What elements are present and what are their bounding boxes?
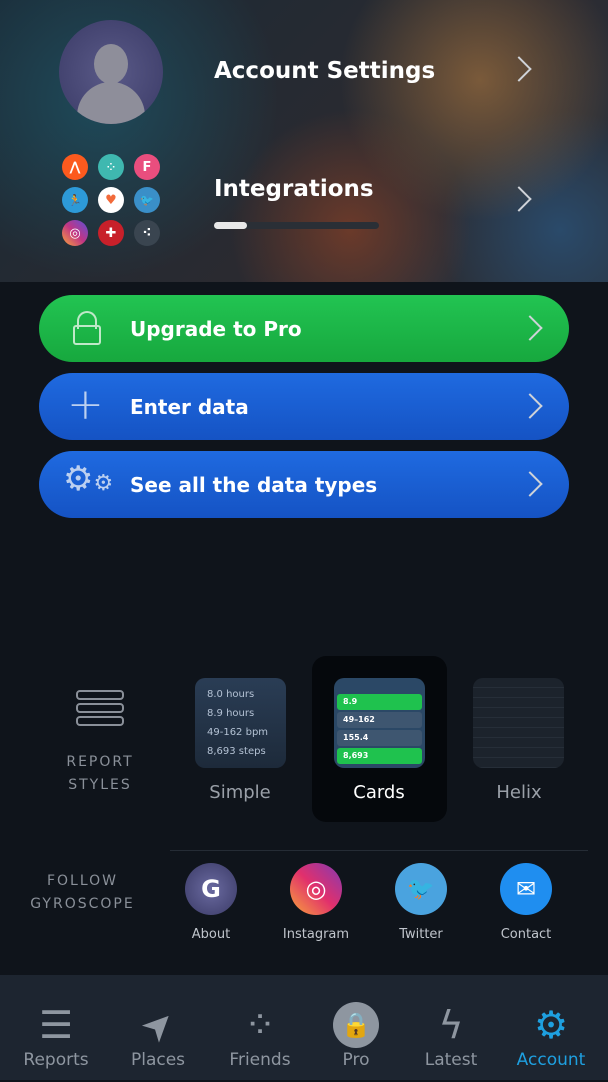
chevron-right-icon	[517, 393, 543, 419]
mail-icon: ✉	[500, 863, 552, 915]
plus-icon: +	[67, 379, 104, 430]
integrations-progress	[214, 222, 379, 229]
moves-icon: ⁖	[134, 220, 160, 246]
simple-preview-line: 49-162 bpm	[207, 727, 269, 738]
tab-latest[interactable]: ϟ Latest	[401, 975, 501, 1080]
simple-preview: 8.0 hours 8.9 hours 49-162 bpm 8,693 ste…	[195, 678, 286, 768]
instagram-link[interactable]: ◎ Instagram	[271, 863, 361, 942]
gears-icon: ⚙	[533, 1003, 569, 1047]
twitter-link[interactable]: 🐦 Twitter	[376, 863, 466, 942]
reports-icon: ☰	[38, 1003, 74, 1047]
profile-header: Account Settings ⋀ ⁘ F 🏃 ♥ 🐦 ◎ ✚ ⁖ Integ…	[0, 0, 608, 282]
runkeeper-icon: 🏃	[62, 187, 88, 213]
simple-preview-line: 8.9 hours	[207, 708, 255, 719]
divider	[170, 850, 588, 851]
twitter-icon: 🐦	[134, 187, 160, 213]
account-settings-link[interactable]: Account Settings	[214, 58, 435, 84]
lock-icon: 🔒	[306, 995, 406, 1055]
foursquare-icon: F	[134, 154, 160, 180]
lightning-icon: ϟ	[438, 1003, 464, 1047]
instagram-icon: ◎	[290, 863, 342, 915]
gears-icon: ⚙⚙	[63, 459, 114, 499]
tab-places[interactable]: ➤ Places	[108, 975, 208, 1080]
contact-link[interactable]: ✉ Contact	[481, 863, 571, 942]
tab-bar: ☰ Reports ➤ Places ⁘ Friends 🔒 Pro ϟ Latest ⚙…	[0, 975, 608, 1080]
avatar[interactable]	[59, 20, 163, 124]
chevron-right-icon[interactable]	[506, 186, 532, 212]
tab-reports[interactable]: ☰ Reports	[6, 975, 106, 1080]
fitbit-icon: ⁘	[98, 154, 124, 180]
chevron-right-icon	[517, 315, 543, 341]
see-all-data-types-button[interactable]: ⚙⚙ See all the data types	[39, 451, 569, 518]
helix-preview	[473, 678, 564, 768]
tab-friends[interactable]: ⁘ Friends	[210, 975, 310, 1080]
twitter-icon: 🐦	[395, 863, 447, 915]
instagram-icon: ◎	[62, 220, 88, 246]
report-styles-icon	[76, 690, 124, 729]
medical-icon: ✚	[98, 220, 124, 246]
gyroscope-logo-icon: G	[185, 863, 237, 915]
follow-gyroscope-label: FOLLOW GYROSCOPE	[30, 873, 135, 912]
upgrade-to-pro-button[interactable]: Upgrade to Pro	[39, 295, 569, 362]
lock-icon	[73, 311, 101, 345]
report-styles-label: REPORT STYLES	[66, 754, 134, 793]
chevron-right-icon	[517, 471, 543, 497]
report-style-cards[interactable]: 8.9 49–162 155.4 8,693 Cards	[312, 656, 447, 822]
health-icon: ♥	[98, 187, 124, 213]
simple-preview-line: 8,693 steps	[207, 746, 266, 757]
integration-icons: ⋀ ⁘ F 🏃 ♥ 🐦 ◎ ✚ ⁖	[62, 154, 160, 246]
cards-preview: 8.9 49–162 155.4 8,693	[334, 678, 425, 768]
tab-account[interactable]: ⚙ Account	[501, 975, 601, 1080]
chevron-right-icon[interactable]	[506, 56, 532, 82]
simple-preview-line: 8.0 hours	[207, 689, 255, 700]
strava-icon: ⋀	[62, 154, 88, 180]
about-link[interactable]: G About	[166, 863, 256, 942]
friends-dots-icon: ⁘	[244, 1003, 276, 1047]
enter-data-button[interactable]: + Enter data	[39, 373, 569, 440]
tab-pro[interactable]: 🔒 Pro	[306, 975, 406, 1080]
integrations-link[interactable]: Integrations	[214, 176, 374, 202]
